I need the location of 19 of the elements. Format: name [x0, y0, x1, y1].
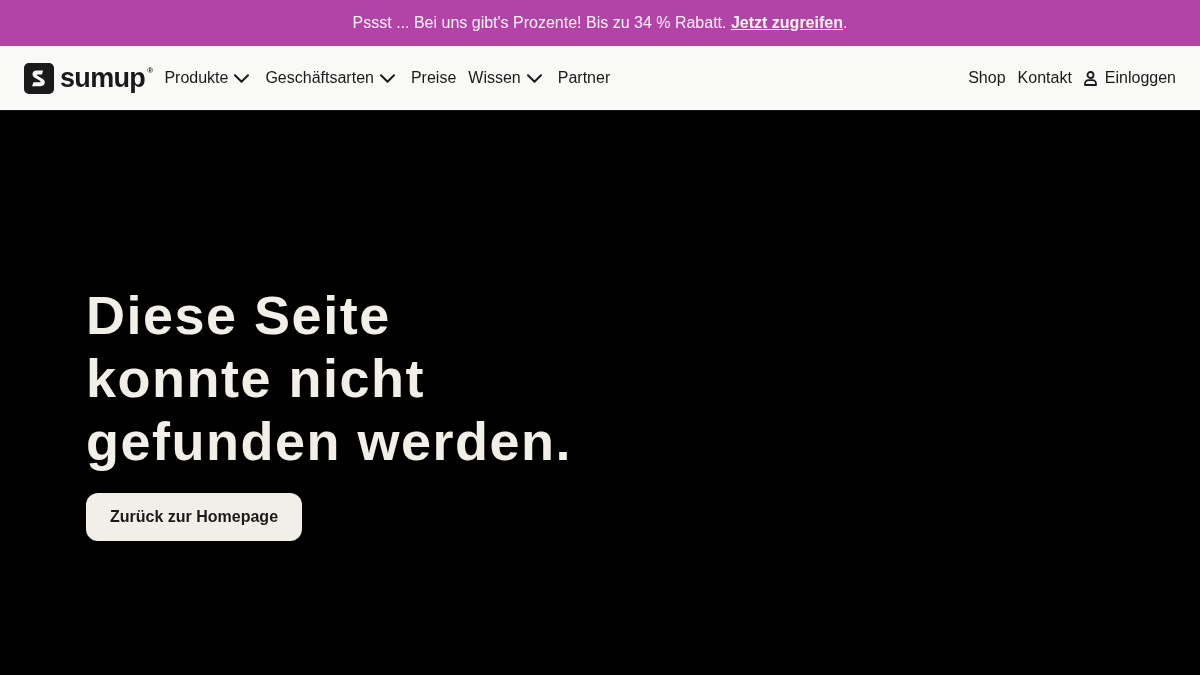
- nav-link[interactable]: Partner: [557, 58, 611, 98]
- nav-menu-button[interactable]: Geschäftsarten: [265, 58, 395, 98]
- chevron-down-icon: [526, 73, 542, 83]
- login-button[interactable]: Einloggen: [1083, 58, 1176, 98]
- nav-link[interactable]: Shop: [968, 58, 1006, 98]
- logo-wordmark: sumup$^{®}$: [60, 64, 153, 92]
- logo-icon: [24, 62, 54, 94]
- promo-text: Pssst ... Bei uns gibt's Prozente! Bis zu 34 % Rabatt. Jetzt zugreifen.: [352, 13, 848, 33]
- promo-link[interactable]: Jetzt zugreifen: [730, 14, 843, 31]
- nav-menu-button[interactable]: Produkte: [164, 58, 250, 98]
- user-icon: [1083, 70, 1097, 86]
- nav-menu-button[interactable]: Wissen: [468, 58, 542, 98]
- chevron-down-icon: [234, 73, 250, 83]
- page-heading: Diese Seite konnte nicht gefunden werden.: [86, 284, 574, 473]
- nav-link[interactable]: Preise: [410, 58, 457, 98]
- nav-link[interactable]: Kontakt: [1017, 58, 1072, 98]
- chevron-down-icon: [379, 73, 395, 83]
- logo[interactable]: sumup$^{®}$: [24, 62, 153, 94]
- homepage-button[interactable]: Zurück zur Homepage: [86, 493, 303, 541]
